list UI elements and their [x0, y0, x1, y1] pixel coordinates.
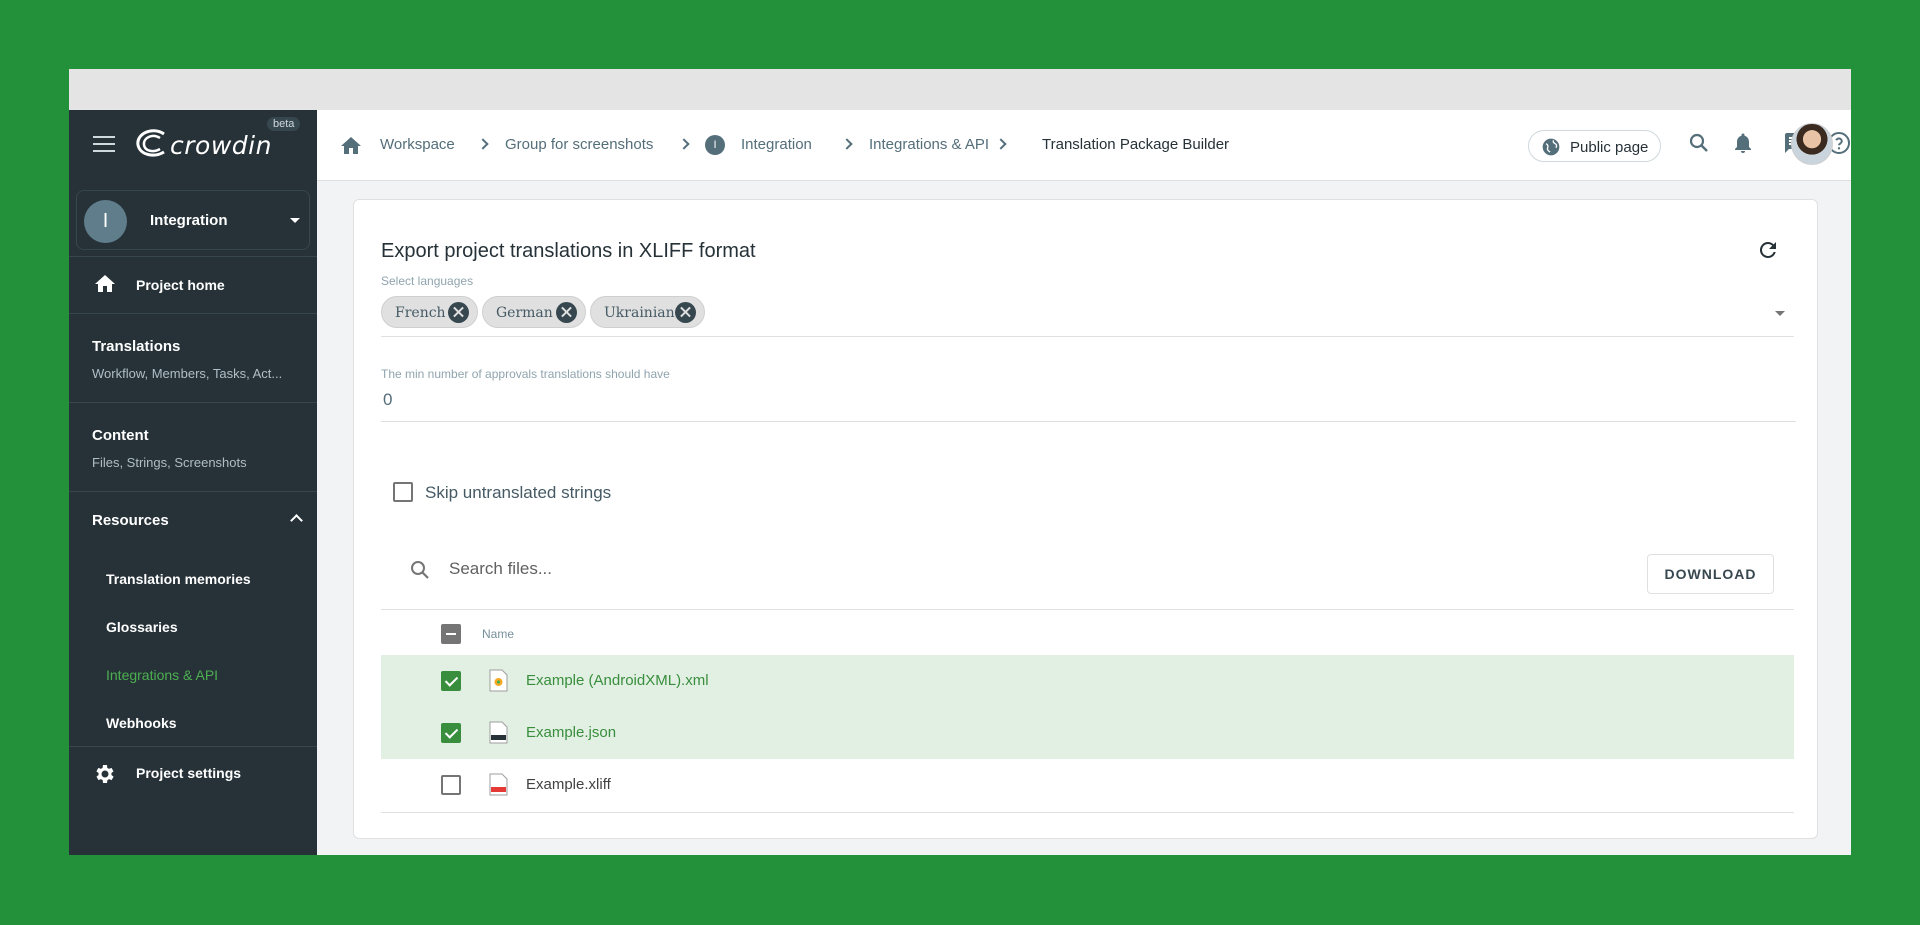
sidebar-item-label: Project home — [136, 277, 225, 293]
search-icon — [411, 561, 429, 579]
file-name[interactable]: Example.json — [526, 724, 616, 741]
search-files-input[interactable] — [449, 559, 1149, 579]
sidebar-top: crowdin beta — [69, 110, 317, 178]
remove-chip-icon[interactable] — [675, 302, 696, 323]
table-divider — [381, 609, 1794, 610]
languages-label: Select languages — [381, 274, 474, 288]
logo-text: crowdin — [170, 131, 272, 160]
window-titlebar — [69, 69, 1851, 110]
sidebar-item-label: Project settings — [136, 765, 242, 781]
language-chip-german: German — [482, 296, 586, 328]
menu-icon[interactable] — [93, 136, 115, 152]
refresh-icon[interactable] — [1756, 238, 1780, 262]
skip-untranslated-checkbox[interactable] — [393, 482, 413, 502]
home-icon — [95, 275, 115, 292]
beta-badge: beta — [267, 117, 301, 131]
sidebar-item-translation-memories[interactable]: Translation memories — [106, 571, 251, 587]
search-icon[interactable] — [1687, 131, 1711, 155]
sidebar-item-label: Content — [92, 427, 149, 444]
chevron-right-icon — [678, 138, 690, 150]
gear-icon — [96, 765, 114, 783]
min-approvals-input[interactable]: 0 — [383, 390, 392, 410]
sidebar-item-translations[interactable]: Translations Workflow, Members, Tasks, A… — [69, 314, 317, 402]
remove-chip-icon[interactable] — [448, 302, 469, 323]
chip-label: German — [496, 305, 553, 321]
remove-chip-icon[interactable] — [556, 302, 577, 323]
caret-down-icon[interactable] — [1775, 311, 1785, 316]
caret-down-icon — [290, 218, 300, 223]
xml-file-icon — [489, 669, 508, 692]
language-chip-ukrainian: Ukrainian — [590, 296, 705, 328]
globe-icon — [1542, 138, 1560, 156]
skip-untranslated-label: Skip untranslated strings — [425, 483, 612, 502]
chip-label: Ukrainian — [604, 305, 675, 321]
page-title: Export project translations in XLIFF for… — [381, 240, 756, 262]
breadcrumb-integrations-api[interactable]: Integrations & API — [869, 136, 989, 153]
column-header-name: Name — [482, 627, 515, 641]
breadcrumb-current: Translation Package Builder — [1042, 136, 1230, 153]
crowdin-logo-icon — [136, 129, 165, 157]
row-checkbox[interactable] — [441, 671, 461, 691]
top-header: Workspace Group for screenshots I Integr… — [317, 110, 1851, 181]
sidebar-item-sublabel: Workflow, Members, Tasks, Act... — [92, 366, 283, 381]
table-row[interactable]: Example.json — [381, 707, 1794, 759]
sidebar-item-resources[interactable]: Resources — [69, 492, 317, 540]
select-all-checkbox[interactable] — [441, 624, 461, 644]
sidebar: crowdin beta I Integration Project home … — [69, 110, 317, 855]
export-card: Export project translations in XLIFF for… — [353, 199, 1818, 839]
download-button[interactable]: DOWNLOAD — [1647, 554, 1774, 594]
chevron-up-icon[interactable] — [290, 514, 303, 527]
field-underline — [381, 336, 1794, 337]
crowdin-logo[interactable]: crowdin — [134, 126, 294, 162]
project-avatar: I — [84, 200, 127, 243]
table-row[interactable]: Example (AndroidXML).xml — [381, 655, 1794, 707]
project-name: Integration — [150, 212, 228, 229]
sidebar-item-label: Translations — [92, 338, 181, 355]
sidebar-item-sublabel: Files, Strings, Screenshots — [92, 455, 247, 470]
language-chip-french: French — [381, 296, 478, 328]
min-approvals-label: The min number of approvals translations… — [381, 367, 670, 381]
sidebar-item-content[interactable]: Content Files, Strings, Screenshots — [69, 403, 317, 491]
home-icon[interactable] — [339, 134, 363, 158]
sidebar-item-label: Resources — [92, 512, 169, 529]
sidebar-item-integrations-api[interactable]: Integrations & API — [106, 667, 218, 683]
table-divider — [381, 812, 1794, 813]
project-badge: I — [705, 135, 725, 155]
user-avatar[interactable] — [1791, 123, 1833, 165]
sidebar-item-project-home[interactable]: Project home — [69, 257, 317, 313]
chip-label: French — [395, 305, 446, 321]
breadcrumb-integration[interactable]: Integration — [741, 136, 812, 153]
xliff-file-icon — [489, 773, 508, 796]
file-name[interactable]: Example.xliff — [526, 776, 611, 793]
field-underline — [381, 421, 1796, 422]
chevron-right-icon — [477, 138, 489, 150]
breadcrumb-group[interactable]: Group for screenshots — [505, 136, 653, 153]
json-file-icon — [489, 721, 508, 744]
bell-icon[interactable] — [1731, 131, 1755, 155]
app-window: crowdin beta I Integration Project home … — [69, 69, 1851, 855]
chevron-right-icon — [841, 138, 853, 150]
chevron-right-icon — [995, 138, 1007, 150]
file-name[interactable]: Example (AndroidXML).xml — [526, 672, 709, 689]
sidebar-item-project-settings[interactable]: Project settings — [69, 747, 317, 801]
breadcrumb-workspace[interactable]: Workspace — [380, 136, 455, 153]
sidebar-item-glossaries[interactable]: Glossaries — [106, 619, 178, 635]
row-checkbox[interactable] — [441, 723, 461, 743]
table-row[interactable]: Example.xliff — [381, 759, 1794, 811]
sidebar-item-webhooks[interactable]: Webhooks — [106, 715, 177, 731]
public-page-label: Public page — [1570, 139, 1649, 156]
project-selector[interactable]: I Integration — [76, 190, 310, 250]
row-checkbox[interactable] — [441, 775, 461, 795]
public-page-button[interactable]: Public page — [1528, 130, 1661, 162]
